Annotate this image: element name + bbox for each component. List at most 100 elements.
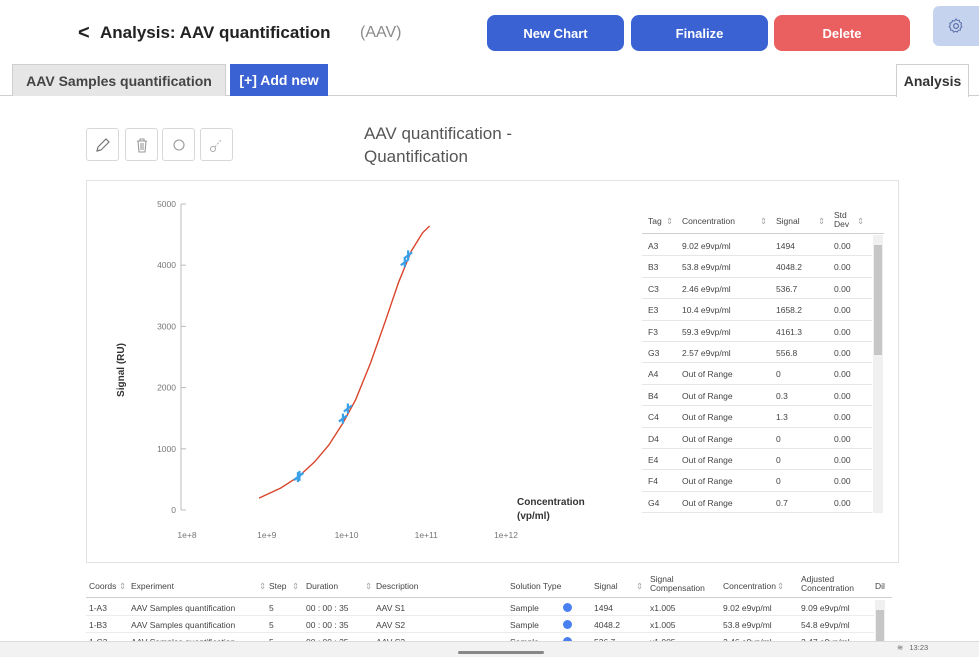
pencil-tool[interactable] — [86, 128, 119, 161]
sample-cell: Out of Range — [682, 476, 733, 487]
sample-cell: 0.00 — [834, 348, 851, 358]
sample-cell: 0.00 — [834, 433, 851, 444]
experiment-cell: 5 — [269, 620, 274, 630]
sample-cell: 0.00 — [834, 476, 851, 487]
sample-cell: 0.00 — [834, 497, 851, 508]
experiment-cell: 9.02 e9vp/ml — [723, 603, 772, 613]
sample-cell: 4161.3 — [776, 326, 802, 337]
experiment-row[interactable]: 1-A3 AAV Samples quantification 5 00 : 00 :… — [86, 599, 874, 616]
sample-cell: 0.00 — [834, 369, 851, 380]
sample-row[interactable]: D4 Out of Range 0 0.00 — [642, 428, 872, 449]
sort-icon[interactable]: ⇕ — [760, 216, 767, 227]
tab-samples-quantification[interactable]: AAV Samples quantification — [12, 64, 226, 96]
sample-cell: C4 — [648, 412, 659, 423]
experiment-table-header: Coords ⇕ Experiment ⇕ Step ⇕ Duration ⇕ … — [86, 570, 892, 598]
experiment-cell: x1.005 — [650, 603, 676, 613]
sample-cell: Out of Range — [682, 369, 733, 380]
col-concentration[interactable]: Concentration — [723, 581, 776, 591]
sort-icon[interactable]: ⇕ — [119, 581, 126, 592]
sample-row[interactable]: A3 9.02 e9vp/ml 1494 0.00 — [642, 235, 872, 257]
col-concentration[interactable]: Concentration — [682, 216, 735, 226]
sample-cell: Out of Range — [682, 412, 733, 423]
sample-cell: E3 — [648, 305, 659, 316]
sample-row[interactable]: C4 Out of Range 1.3 0.00 — [642, 406, 872, 428]
back-button[interactable]: < — [78, 22, 90, 45]
col-description[interactable]: Description — [376, 581, 419, 591]
samples-table-scrollbar[interactable] — [873, 235, 883, 513]
experiment-cell: 00 : 00 : 35 — [306, 620, 349, 630]
finalize-button[interactable]: Finalize — [631, 15, 768, 51]
experiment-cell: 54.8 e9vp/ml — [801, 620, 850, 630]
sample-cell: 10.4 e9vp/ml — [682, 305, 731, 316]
sample-cell: F4 — [648, 476, 658, 487]
new-chart-button[interactable]: New Chart — [487, 15, 624, 51]
col-signal-compensation-line2[interactable]: Compensation — [650, 583, 705, 593]
col-std-dev-line2[interactable]: Dev — [834, 219, 849, 229]
x-tick-label: 1e+11 — [415, 530, 439, 540]
sample-cell: 0 — [776, 455, 781, 465]
sample-row[interactable]: C3 2.46 e9vp/ml 536.7 0.00 — [642, 278, 872, 300]
tab-analysis[interactable]: Analysis — [896, 64, 969, 97]
experiment-cell: 00 : 00 : 35 — [306, 603, 349, 613]
sample-row[interactable]: G3 2.57 e9vp/ml 556.8 0.00 — [642, 342, 872, 364]
sample-row[interactable]: E3 10.4 e9vp/ml 1658.2 0.00 — [642, 299, 872, 321]
solution-type-indicator — [563, 603, 572, 612]
settings-button[interactable] — [933, 6, 979, 46]
sample-row[interactable]: A4 Out of Range 0 0.00 — [642, 363, 872, 385]
gear-icon — [948, 18, 963, 33]
scrollbar-thumb[interactable] — [874, 245, 882, 355]
sort-icon[interactable]: ⇕ — [636, 581, 643, 592]
x-tick-label: 1e+9 — [257, 530, 276, 540]
experiment-cell: AAV S1 — [376, 603, 406, 613]
sort-icon[interactable]: ⇕ — [818, 216, 825, 227]
circle-tool[interactable] — [162, 128, 195, 161]
curve-fit-tool[interactable] — [200, 128, 233, 161]
experiment-row[interactable]: 1-B3 AAV Samples quantification 5 00 : 00 :… — [86, 616, 874, 633]
col-dil[interactable]: Dil — [875, 581, 885, 591]
experiment-cell: 4048.2 — [594, 620, 620, 630]
sort-icon[interactable]: ⇕ — [857, 216, 864, 227]
sample-cell: A4 — [648, 369, 659, 380]
tab-add-new[interactable]: [+] Add new — [230, 64, 328, 96]
col-experiment[interactable]: Experiment — [131, 581, 174, 591]
sample-cell: 1.3 — [776, 412, 788, 423]
sample-row[interactable]: B3 53.8 e9vp/ml 4048.2 0.00 — [642, 256, 872, 278]
sample-row[interactable]: F3 59.3 e9vp/ml 4161.3 0.00 — [642, 321, 872, 342]
experiment-cell: Sample — [510, 620, 539, 630]
col-adjusted-concentration-line2[interactable]: Concentration — [801, 583, 854, 593]
sort-icon[interactable]: ⇕ — [259, 581, 266, 592]
home-handle[interactable] — [458, 651, 544, 654]
experiment-cell: 1494 — [594, 603, 613, 613]
sample-row[interactable]: B4 Out of Range 0.3 0.00 — [642, 385, 872, 407]
page-title: Analysis: AAV quantification — [100, 23, 331, 42]
sample-cell: 0 — [776, 369, 781, 380]
sample-row[interactable]: G4 Out of Range 0.7 0.00 — [642, 492, 872, 513]
col-step[interactable]: Step — [269, 581, 287, 591]
sample-cell: A3 — [648, 241, 659, 251]
experiment-table: Coords ⇕ Experiment ⇕ Step ⇕ Duration ⇕ … — [86, 570, 892, 648]
sort-icon[interactable]: ⇕ — [365, 581, 372, 592]
col-coords[interactable]: Coords — [89, 581, 116, 591]
delete-button[interactable]: Delete — [774, 15, 910, 51]
sample-cell: 556.8 — [776, 348, 798, 358]
delete-tool[interactable] — [125, 128, 158, 161]
sample-cell: 4048.2 — [776, 262, 802, 273]
x-axis-label-line2: (vp/ml) — [517, 511, 550, 522]
sort-icon[interactable]: ⇕ — [666, 216, 673, 227]
experiment-cell: 5 — [269, 603, 274, 613]
col-signal[interactable]: Signal — [776, 216, 800, 226]
col-duration[interactable]: Duration — [306, 581, 338, 591]
experiment-cell: Sample — [510, 603, 539, 613]
col-tag[interactable]: Tag — [648, 216, 662, 226]
sample-row[interactable]: E4 Out of Range 0 0.00 — [642, 449, 872, 471]
sort-icon[interactable]: ⇕ — [292, 581, 299, 592]
col-solution-type[interactable]: Solution Type — [510, 581, 561, 591]
y-tick-label: 5000 — [157, 199, 176, 209]
sample-cell: E4 — [648, 455, 659, 465]
col-signal[interactable]: Signal — [594, 581, 618, 591]
sample-cell: F3 — [648, 326, 658, 337]
sample-cell: 0.00 — [834, 455, 851, 465]
circle-icon — [172, 138, 185, 151]
sample-row[interactable]: F4 Out of Range 0 0.00 — [642, 470, 872, 492]
sort-icon[interactable]: ⇕ — [777, 581, 784, 592]
